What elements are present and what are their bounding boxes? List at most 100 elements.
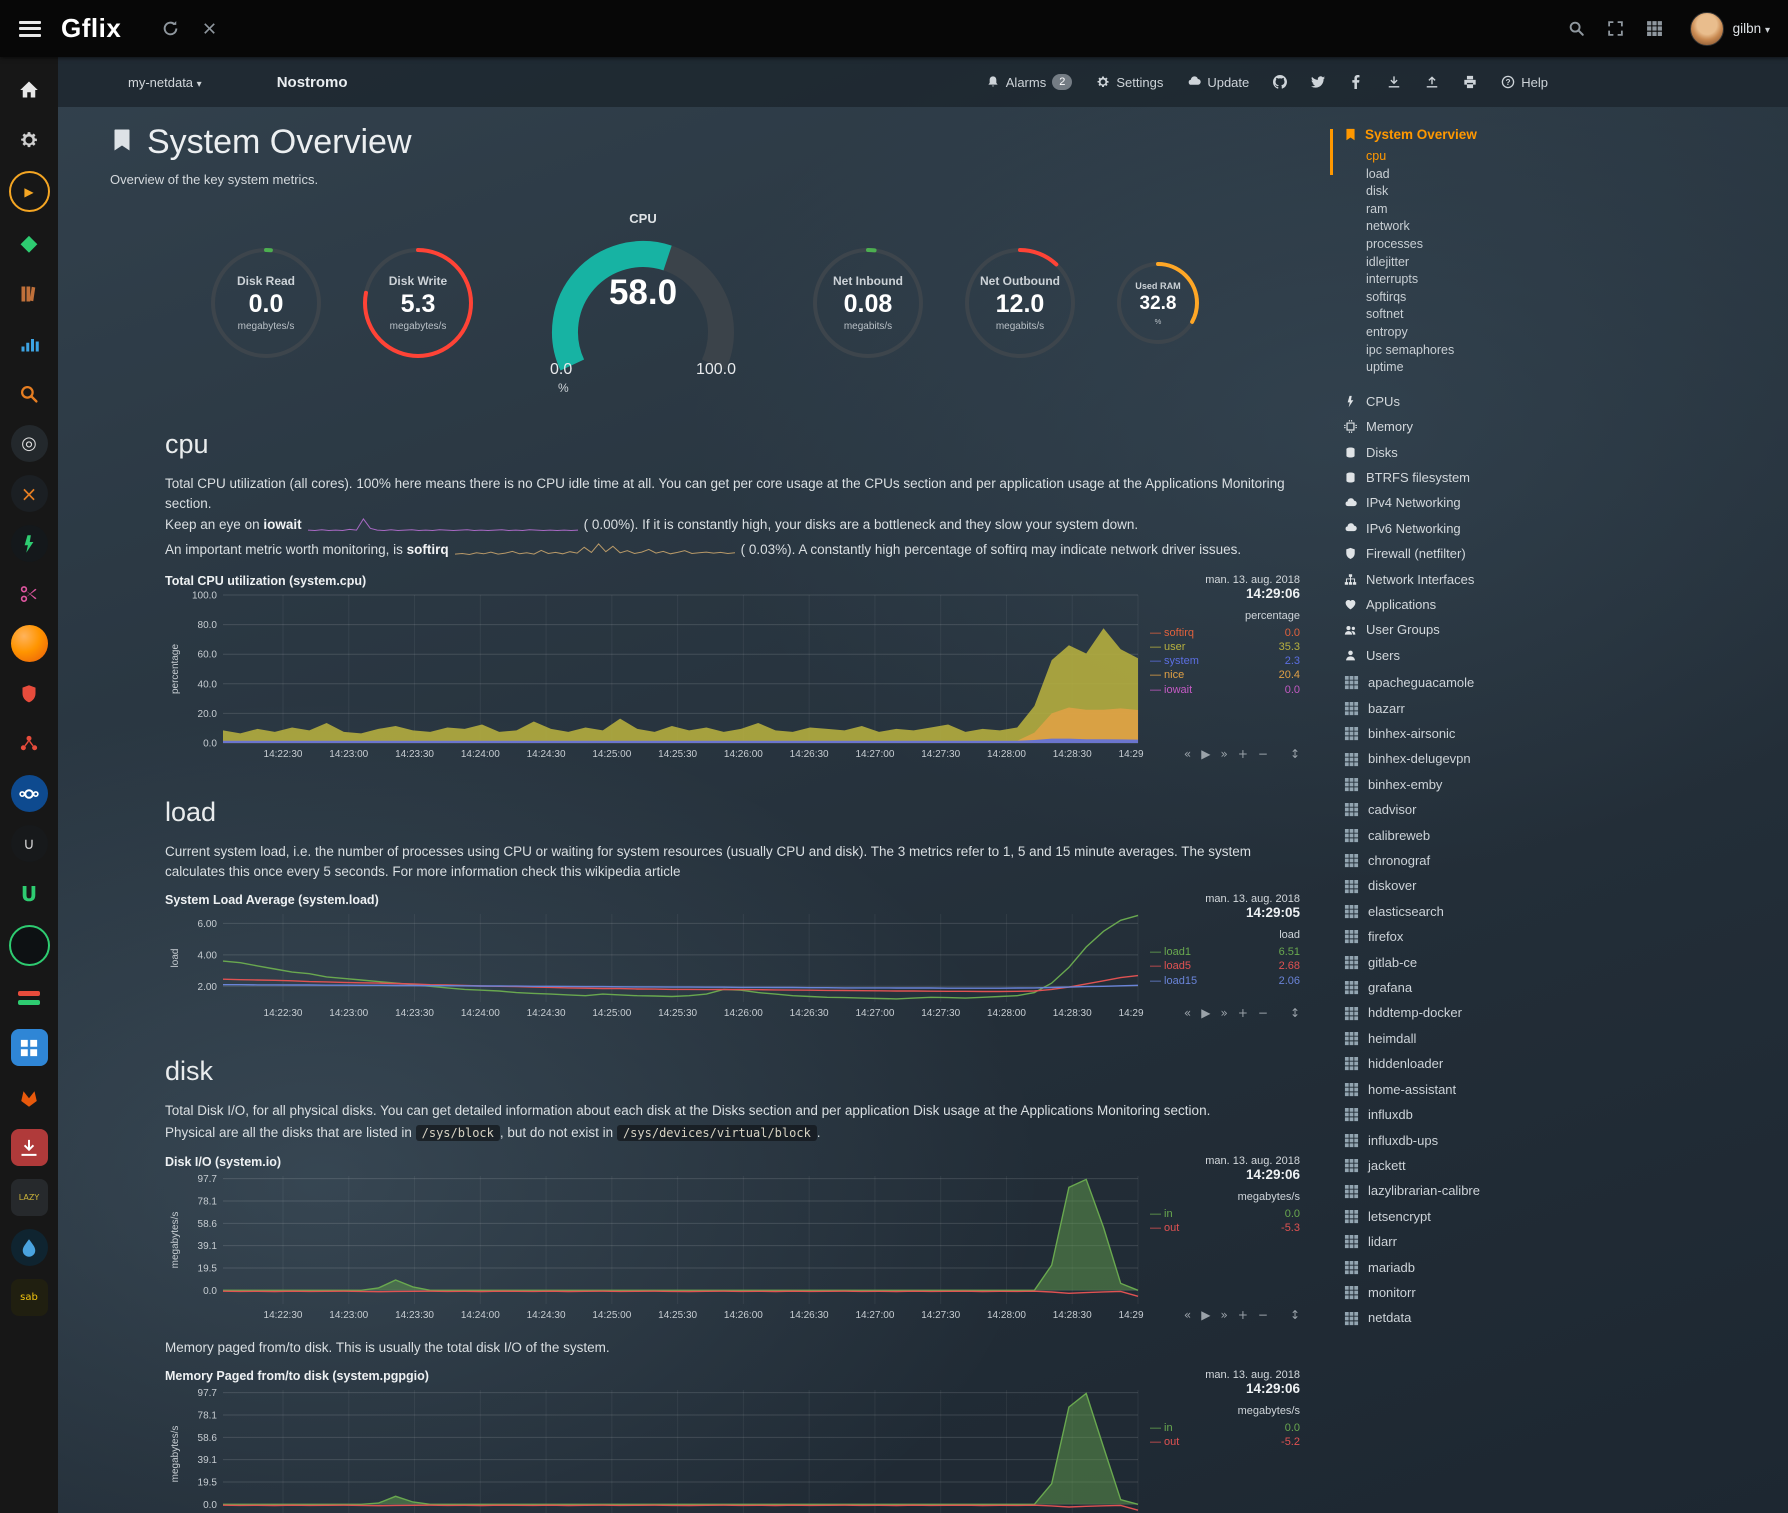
red-download-icon[interactable] (11, 1129, 48, 1166)
alarms-button[interactable]: Alarms2 (986, 74, 1073, 90)
green-diamond-icon[interactable]: ◆ (11, 225, 48, 262)
sidebar-item-disk[interactable]: disk (1335, 183, 1788, 201)
sidebar-section-ipv6-networking[interactable]: IPv6 Networking (1335, 516, 1788, 541)
apps-grid-icon[interactable] (1646, 20, 1663, 37)
import-snapshot-button[interactable] (1425, 75, 1439, 89)
green-u-icon[interactable]: U (11, 875, 48, 912)
chart-plot-pgpgio[interactable]: 14:22:3014:23:0014:23:3014:24:0014:24:30… (165, 1384, 1144, 1513)
scissors-icon[interactable] (11, 575, 48, 612)
sidebar-section-applications[interactable]: Applications (1335, 592, 1788, 617)
zoom-in-button[interactable]: + (1238, 1006, 1248, 1020)
zoom-in-button[interactable]: + (1238, 747, 1248, 761)
close-icon[interactable] (201, 20, 218, 37)
sidebar-app-cadvisor[interactable]: cadvisor (1335, 797, 1788, 822)
sabnzbd-icon[interactable]: sab (11, 1279, 48, 1316)
sidebar-item-ipc-semaphores[interactable]: ipc semaphores (1335, 342, 1788, 360)
avatar[interactable] (1690, 12, 1724, 46)
sidebar-app-elasticsearch[interactable]: elasticsearch (1335, 899, 1788, 924)
sidebar-item-network[interactable]: network (1335, 218, 1788, 236)
sidebar-section-cpus[interactable]: CPUs (1335, 389, 1788, 414)
chart-resize-handle[interactable]: ↕ (1290, 1006, 1300, 1020)
legend-item-out[interactable]: — out-5.2 (1150, 1435, 1300, 1449)
sidebar-app-home-assistant[interactable]: home-assistant (1335, 1077, 1788, 1102)
chart-plot-io[interactable]: 14:22:3014:23:0014:23:3014:24:0014:24:30… (165, 1170, 1144, 1324)
chart-resize-handle[interactable]: ↕ (1290, 1308, 1300, 1322)
dark-u-icon[interactable]: ∪ (11, 825, 48, 862)
x-circle-icon[interactable]: × (11, 475, 48, 512)
sidebar-app-chronograf[interactable]: chronograf (1335, 848, 1788, 873)
play-button[interactable]: ▶ (1201, 747, 1210, 761)
host-dropdown[interactable]: my-netdata ▾ (128, 75, 202, 90)
legend-item-softirq[interactable]: — softirq0.0 (1150, 626, 1300, 640)
sidebar-item-idlejitter[interactable]: idlejitter (1335, 254, 1788, 272)
orange-play-ring-icon[interactable]: ▶ (9, 171, 50, 212)
legend-item-in[interactable]: — in0.0 (1150, 1207, 1300, 1221)
pan-forward-button[interactable]: » (1220, 1308, 1227, 1322)
pan-backward-button[interactable]: « (1184, 747, 1191, 761)
home-icon[interactable] (11, 71, 48, 108)
water-drop-icon[interactable] (11, 1229, 48, 1266)
sidebar-app-binhex-airsonic[interactable]: binhex-airsonic (1335, 721, 1788, 746)
sidebar-app-lazylibrarian-calibre[interactable]: lazylibrarian-calibre (1335, 1178, 1788, 1203)
help-button[interactable]: Help (1501, 75, 1548, 90)
pan-forward-button[interactable]: » (1220, 1006, 1227, 1020)
legend-item-user[interactable]: — user35.3 (1150, 640, 1300, 654)
sidebar-section-memory[interactable]: Memory (1335, 414, 1788, 439)
green-ring-icon[interactable] (9, 925, 50, 966)
settings-button[interactable]: Settings (1096, 75, 1163, 90)
media-circle-icon[interactable]: ◎ (11, 425, 48, 462)
audio-bars-icon[interactable] (11, 325, 48, 362)
user-menu[interactable]: gilbn ▾ (1733, 21, 1770, 36)
legend-item-load5[interactable]: — load52.68 (1150, 959, 1300, 973)
sidebar-section-user-groups[interactable]: User Groups (1335, 617, 1788, 642)
play-button[interactable]: ▶ (1201, 1308, 1210, 1322)
sidebar-app-hddtemp-docker[interactable]: hddtemp-docker (1335, 1000, 1788, 1025)
red-shield-icon[interactable] (11, 675, 48, 712)
chart-resize-handle[interactable]: ↕ (1290, 747, 1300, 761)
sidebar-app-hiddenloader[interactable]: hiddenloader (1335, 1051, 1788, 1076)
sidebar-app-apacheguacamole[interactable]: apacheguacamole (1335, 670, 1788, 695)
legend-item-load1[interactable]: — load16.51 (1150, 945, 1300, 959)
sidebar-item-entropy[interactable]: entropy (1335, 324, 1788, 342)
export-snapshot-button[interactable] (1387, 75, 1401, 89)
gear-icon[interactable] (11, 121, 48, 158)
sidebar-app-letsencrypt[interactable]: letsencrypt (1335, 1204, 1788, 1229)
github-icon[interactable] (1273, 75, 1287, 89)
facebook-icon[interactable] (1349, 75, 1363, 89)
sidebar-app-netdata[interactable]: netdata (1335, 1305, 1788, 1330)
sidebar-app-binhex-emby[interactable]: binhex-emby (1335, 772, 1788, 797)
book-stack-icon[interactable] (11, 275, 48, 312)
sidebar-app-lidarr[interactable]: lidarr (1335, 1229, 1788, 1254)
sidebar-item-processes[interactable]: processes (1335, 236, 1788, 254)
chart-plot-cpu[interactable]: 14:22:3014:23:0014:23:3014:24:0014:24:30… (165, 589, 1144, 763)
pan-forward-button[interactable]: » (1220, 747, 1227, 761)
sidebar-section-ipv4-networking[interactable]: IPv4 Networking (1335, 490, 1788, 515)
sidebar-app-calibreweb[interactable]: calibreweb (1335, 823, 1788, 848)
legend-item-load15[interactable]: — load152.06 (1150, 974, 1300, 988)
sidebar-app-grafana[interactable]: grafana (1335, 975, 1788, 1000)
sidebar-app-heimdall[interactable]: heimdall (1335, 1026, 1788, 1051)
sidebar-app-mariadb[interactable]: mariadb (1335, 1255, 1788, 1280)
sidebar-item-interrupts[interactable]: interrupts (1335, 271, 1788, 289)
legend-item-out[interactable]: — out-5.3 (1150, 1221, 1300, 1235)
sidebar-item-softnet[interactable]: softnet (1335, 306, 1788, 324)
sidebar-item-ram[interactable]: ram (1335, 201, 1788, 219)
sidebar-app-binhex-delugevpn[interactable]: binhex-delugevpn (1335, 746, 1788, 771)
sidebar-app-firefox[interactable]: firefox (1335, 924, 1788, 949)
zoom-out-button[interactable]: − (1258, 747, 1268, 761)
search-app-icon[interactable] (11, 375, 48, 412)
twitter-icon[interactable] (1311, 75, 1325, 89)
stacked-bars-icon[interactable] (11, 979, 48, 1016)
zoom-out-button[interactable]: − (1258, 1006, 1268, 1020)
play-button[interactable]: ▶ (1201, 1006, 1210, 1020)
sidebar-app-influxdb[interactable]: influxdb (1335, 1102, 1788, 1127)
legend-item-iowait[interactable]: — iowait0.0 (1150, 683, 1300, 697)
search-icon[interactable] (1568, 20, 1585, 37)
blue-window-icon[interactable] (11, 1029, 48, 1066)
zoom-in-button[interactable]: + (1238, 1308, 1248, 1322)
sidebar-section-btrfs-filesystem[interactable]: BTRFS filesystem (1335, 465, 1788, 490)
sidebar-section-disks[interactable]: Disks (1335, 440, 1788, 465)
sidebar-app-bazarr[interactable]: bazarr (1335, 696, 1788, 721)
hamburger-menu-icon[interactable] (19, 21, 41, 37)
refresh-icon[interactable] (162, 20, 179, 37)
